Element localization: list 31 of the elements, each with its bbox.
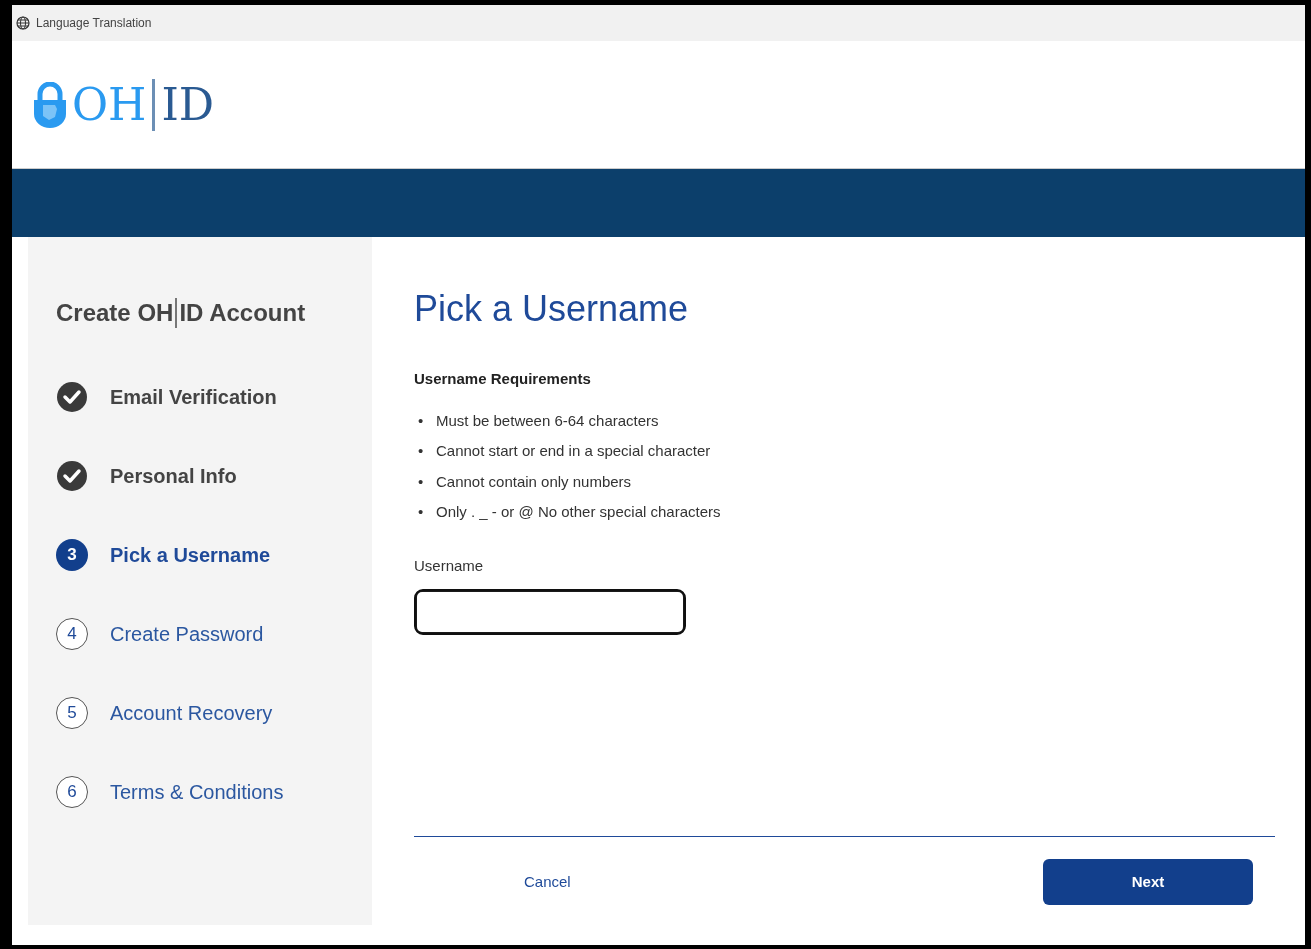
step-label: Create Password	[110, 621, 264, 647]
step-number: 5	[56, 696, 88, 729]
requirement-item: Only . _ - or @ No other special characters	[436, 502, 721, 522]
bullet: •	[418, 410, 425, 431]
padlock-icon	[32, 81, 68, 128]
step-label: Account Recovery	[110, 700, 273, 726]
globe-icon	[16, 16, 30, 30]
bullet: •	[418, 471, 425, 492]
step-label: Email Verification	[110, 384, 277, 410]
sidebar-title: Create OH	[56, 298, 174, 328]
field-label: Username	[414, 555, 485, 576]
step-label: Pick a Username	[110, 542, 271, 568]
next-button[interactable]: Next	[1043, 859, 1253, 905]
step-number: 6	[56, 775, 88, 808]
requirement-item: Must be between 6-64 characters	[436, 410, 659, 431]
bullet: •	[418, 441, 425, 461]
logo-text: OH	[72, 82, 147, 127]
language-translation-link[interactable]: Language Translation	[36, 14, 152, 32]
username-field[interactable]	[414, 589, 686, 636]
step-number: 4	[56, 617, 88, 650]
page-heading: Pick a Username	[414, 287, 690, 331]
step-number: 3	[56, 538, 88, 571]
bullet: •	[418, 502, 425, 522]
logo-text: ID	[161, 82, 215, 127]
requirement-item: Cannot start or end in a special character	[436, 441, 711, 461]
sidebar-title: ID Account	[179, 298, 306, 328]
cancel-button[interactable]: Cancel	[518, 869, 577, 895]
requirement-item: Cannot contain only numbers	[436, 471, 632, 492]
step-label: Terms & Conditions	[110, 779, 284, 805]
requirements-title: Username Requirements	[414, 369, 592, 390]
step-label: Personal Info	[110, 463, 237, 489]
